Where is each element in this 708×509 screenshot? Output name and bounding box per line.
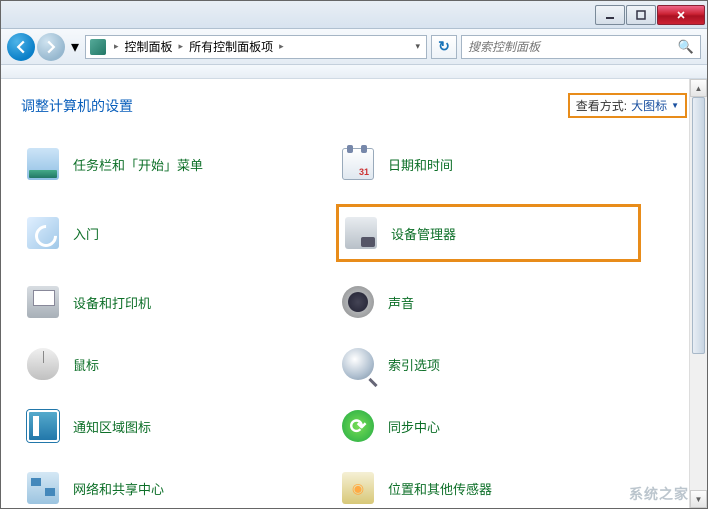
item-label: 同步中心: [388, 417, 440, 436]
maximize-button[interactable]: [626, 5, 656, 25]
control-panel-item[interactable]: 同步中心: [336, 404, 641, 448]
window-titlebar: [1, 1, 707, 29]
item-icon: [340, 346, 376, 382]
item-label: 位置和其他传感器: [388, 479, 492, 498]
item-icon: [25, 146, 61, 182]
item-label: 任务栏和「开始」菜单: [73, 155, 203, 174]
item-icon: [340, 470, 376, 506]
item-label: 索引选项: [388, 355, 440, 374]
breadcrumb[interactable]: ▸ 控制面板 ▸ 所有控制面板项 ▸ ▾: [85, 35, 427, 59]
navigation-bar: ▾ ▸ 控制面板 ▸ 所有控制面板项 ▸ ▾ ↻ 🔍: [1, 29, 707, 65]
item-label: 网络和共享中心: [73, 479, 164, 498]
control-panel-item[interactable]: 网络和共享中心: [21, 466, 326, 508]
item-label: 通知区域图标: [73, 417, 151, 436]
nav-forward-button[interactable]: [37, 33, 65, 61]
item-label: 日期和时间: [388, 155, 453, 174]
control-panel-icon: [90, 39, 106, 55]
scroll-up-button[interactable]: ▲: [690, 79, 707, 97]
page-title: 调整计算机的设置: [21, 96, 133, 116]
item-icon: [25, 284, 61, 320]
item-icon: [25, 346, 61, 382]
item-label: 鼠标: [73, 355, 99, 374]
refresh-button[interactable]: ↻: [431, 35, 457, 59]
chevron-down-icon: ▼: [671, 101, 679, 110]
control-panel-item[interactable]: 声音: [336, 280, 641, 324]
item-icon: [343, 215, 379, 251]
control-panel-item[interactable]: 位置和其他传感器: [336, 466, 641, 508]
breadcrumb-separator-icon: ▸: [110, 41, 123, 52]
control-panel-item[interactable]: 索引选项: [336, 342, 641, 386]
toolbar-strip: [1, 65, 707, 79]
vertical-scrollbar[interactable]: ▲ ▼: [689, 79, 707, 508]
item-icon: [340, 284, 376, 320]
breadcrumb-item[interactable]: 控制面板: [123, 38, 175, 55]
view-by-value: 大图标: [631, 97, 667, 114]
control-panel-item[interactable]: 设备和打印机: [21, 280, 326, 324]
control-panel-item[interactable]: 通知区域图标: [21, 404, 326, 448]
item-icon: [25, 215, 61, 251]
item-icon: [340, 408, 376, 444]
nav-history-dropdown[interactable]: ▾: [69, 36, 81, 58]
control-panel-item[interactable]: 日期和时间: [336, 142, 641, 186]
item-label: 设备管理器: [391, 224, 456, 243]
item-icon: [25, 470, 61, 506]
scroll-thumb[interactable]: [692, 97, 705, 354]
close-button[interactable]: [657, 5, 705, 25]
content-area: 调整计算机的设置 查看方式: 大图标 ▼ 任务栏和「开始」菜单日期和时间入门设备…: [1, 79, 707, 508]
minimize-button[interactable]: [595, 5, 625, 25]
search-icon[interactable]: 🔍: [678, 39, 694, 55]
item-label: 入门: [73, 224, 99, 243]
view-by-label: 查看方式:: [576, 97, 627, 114]
breadcrumb-separator-icon: ▸: [175, 41, 188, 52]
item-icon: [340, 146, 376, 182]
view-by-selector[interactable]: 查看方式: 大图标 ▼: [568, 93, 687, 118]
search-input[interactable]: [468, 40, 678, 54]
control-panel-item[interactable]: 任务栏和「开始」菜单: [21, 142, 326, 186]
breadcrumb-dropdown-icon[interactable]: ▾: [409, 41, 426, 52]
control-panel-item[interactable]: 鼠标: [21, 342, 326, 386]
nav-back-button[interactable]: [7, 33, 35, 61]
breadcrumb-item[interactable]: 所有控制面板项: [187, 38, 275, 55]
search-box[interactable]: 🔍: [461, 35, 701, 59]
scroll-down-button[interactable]: ▼: [690, 490, 707, 508]
control-panel-item[interactable]: 设备管理器: [336, 204, 641, 262]
breadcrumb-separator-icon: ▸: [275, 41, 288, 52]
control-panel-grid: 任务栏和「开始」菜单 日期和时间入门 设备管理器设备和打印机 声音鼠标 索引选项通知区域…: [21, 142, 641, 508]
control-panel-item[interactable]: 入门: [21, 204, 326, 262]
item-label: 声音: [388, 293, 414, 312]
item-icon: [25, 408, 61, 444]
item-label: 设备和打印机: [73, 293, 151, 312]
